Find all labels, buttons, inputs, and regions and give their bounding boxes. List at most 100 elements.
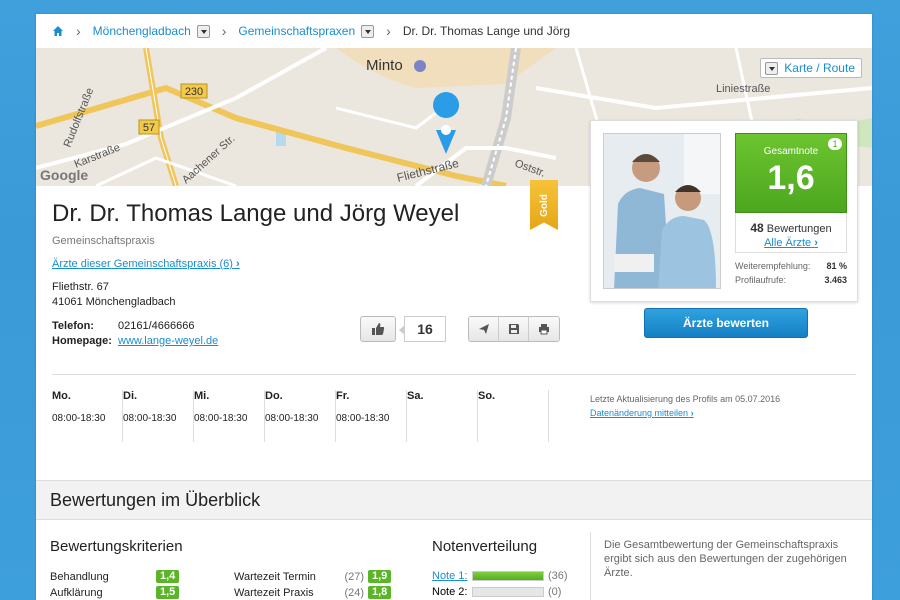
overview-header: Bewertungen im Überblick [36, 480, 872, 520]
send-icon[interactable] [469, 317, 499, 341]
doctors-link[interactable]: Ärzte dieser Gemeinschaftspraxis (6) › [52, 258, 240, 270]
thumbs-up-icon [372, 323, 385, 335]
views-label: Profilaufrufe: [735, 275, 787, 285]
homepage-link[interactable]: www.lange-weyel.de [118, 335, 218, 347]
criterion-name: Wartezeit Termin [234, 570, 316, 583]
address: Fliethstr. 67 41061 Mönchengladbach [52, 280, 176, 310]
map-label-minto: Minto [366, 57, 403, 74]
distribution-bar [472, 571, 544, 581]
address-street: Fliethstr. 67 [52, 281, 109, 293]
like-count: 16 [399, 316, 446, 342]
save-icon[interactable] [499, 317, 529, 341]
doctors-photo [603, 133, 721, 289]
grade-value: 1,6 [767, 159, 815, 197]
update-text: Letzte Aktualisierung des Profils am 05.… [590, 394, 781, 404]
map-route-button[interactable]: Karte / Route [760, 58, 862, 78]
all-doctors-link[interactable]: Alle Ärzte › [736, 237, 846, 249]
report-change-label: Datenänderung mitteilen [590, 408, 689, 418]
report-change-link[interactable]: Datenänderung mitteilen › [590, 408, 694, 418]
hours-day: Do. 08:00-18:30 [265, 390, 336, 442]
breadcrumb-separator: › [386, 23, 391, 39]
map-label-liniestrasse: Liniestraße [716, 83, 770, 95]
road-number-57: 57 [143, 122, 155, 134]
chevron-down-icon[interactable] [361, 24, 375, 38]
criterion-name: Wartezeit Praxis [234, 586, 314, 599]
profile-stats: Weiterempfehlung: 81 % Profilaufrufe: 3.46… [735, 259, 847, 287]
grade-badge: 1 [828, 138, 842, 150]
criterion-grade: 1,8 [368, 586, 392, 599]
opening-hours: Mo. 08:00-18:30 Di. 08:00-18:30 Mi. 08:00-1… [52, 390, 549, 442]
chevron-down-icon[interactable] [196, 24, 210, 38]
day-time: 08:00-18:30 [123, 413, 177, 424]
breadcrumb-category[interactable]: Gemeinschaftspraxen [238, 24, 355, 38]
road-number-230: 230 [185, 86, 203, 98]
breadcrumb: › Mönchengladbach › Gemeinschaftspraxen … [36, 14, 872, 48]
criterion-name: Behandlung [50, 570, 109, 583]
day-name: Mi. [194, 390, 210, 402]
chevron-right-icon: › [690, 408, 694, 418]
page-title: Dr. Dr. Thomas Lange und Jörg Weyel [52, 200, 460, 227]
day-name: Di. [123, 390, 138, 402]
hours-day: Di. 08:00-18:30 [123, 390, 194, 442]
address-city: 41061 Mönchengladbach [52, 296, 176, 308]
criterion-name: Aufklärung [50, 586, 103, 599]
breadcrumb-separator: › [221, 23, 227, 39]
like-button[interactable] [360, 316, 396, 342]
criterion-count: (24) [344, 586, 364, 599]
chevron-down-icon [765, 61, 779, 75]
map-route-label: Karte / Route [784, 61, 855, 75]
day-name: Do. [265, 390, 283, 402]
criteria-title: Bewertungskriterien [50, 538, 183, 555]
day-time: 08:00-18:30 [336, 413, 390, 424]
distribution-count: (36) [548, 570, 568, 582]
divider [52, 374, 856, 375]
distribution-row: Note 1: (36) [432, 570, 568, 582]
breadcrumb-city[interactable]: Mönchengladbach [93, 24, 191, 38]
doctors-link-label: Ärzte dieser Gemeinschaftspraxis (6) [52, 258, 233, 270]
breadcrumb-current: Dr. Dr. Thomas Lange und Jörg [402, 24, 571, 38]
criterion-grade: 1,4 [156, 570, 180, 583]
action-buttons [468, 316, 560, 342]
gold-badge: Gold [530, 180, 558, 230]
criterion-row: Aufklärung 1,5 [50, 586, 180, 599]
day-time: 08:00-18:30 [265, 413, 319, 424]
home-icon[interactable] [52, 25, 64, 37]
rate-doctors-button[interactable]: Ärzte bewerten [644, 308, 808, 338]
phone-label: Telefon: [52, 320, 94, 332]
reviews-count: 48 [750, 221, 764, 235]
day-name: Mo. [52, 390, 71, 402]
criterion-row: Wartezeit Praxis (24) 1,8 [234, 586, 392, 599]
reviews-summary: 48 Bewertungen Alle Ärzte › [735, 213, 847, 253]
distribution-bar [472, 587, 544, 597]
profile-update: Letzte Aktualisierung des Profils am 05.… [590, 392, 780, 420]
reviews-label: Bewertungen [766, 223, 832, 235]
day-name: So. [478, 390, 496, 402]
phone-value: 02161/4666666 [118, 320, 195, 332]
chevron-right-icon: › [236, 258, 240, 270]
distribution-row: Note 2: (0) [432, 586, 561, 598]
distribution-title: Notenverteilung [432, 538, 538, 555]
criterion-count: (27) [344, 570, 364, 583]
breadcrumb-separator: › [76, 23, 81, 39]
overview-note: Die Gesamtbewertung der Gemeinschaftspra… [604, 539, 847, 579]
hours-day: Sa. [407, 390, 478, 442]
chevron-right-icon: › [814, 237, 818, 249]
distribution-label: Note 2: [432, 586, 468, 598]
practice-type: Gemeinschaftspraxis [52, 235, 155, 247]
distribution-fill [473, 572, 543, 580]
recommend-label: Weiterempfehlung: [735, 261, 811, 271]
hours-day: Mo. 08:00-18:30 [52, 390, 123, 442]
gold-badge-label: Gold [538, 193, 550, 217]
hours-day: Fr. 08:00-18:30 [336, 390, 407, 442]
criterion-row: Wartezeit Termin (27) 1,9 [234, 570, 392, 583]
criterion-grade: 1,9 [368, 570, 392, 583]
rating-panel: 1 Gesamtnote 1,6 48 Bewertungen Alle Ärz… [590, 120, 858, 302]
day-name: Sa. [407, 390, 424, 402]
recommend-value: 81 % [826, 261, 847, 271]
print-icon[interactable] [529, 317, 559, 341]
distribution-label[interactable]: Note 1: [432, 570, 472, 582]
all-doctors-label: Alle Ärzte [764, 237, 812, 249]
day-name: Fr. [336, 390, 350, 402]
views-value: 3.463 [824, 275, 847, 285]
hours-day: So. [478, 390, 549, 442]
